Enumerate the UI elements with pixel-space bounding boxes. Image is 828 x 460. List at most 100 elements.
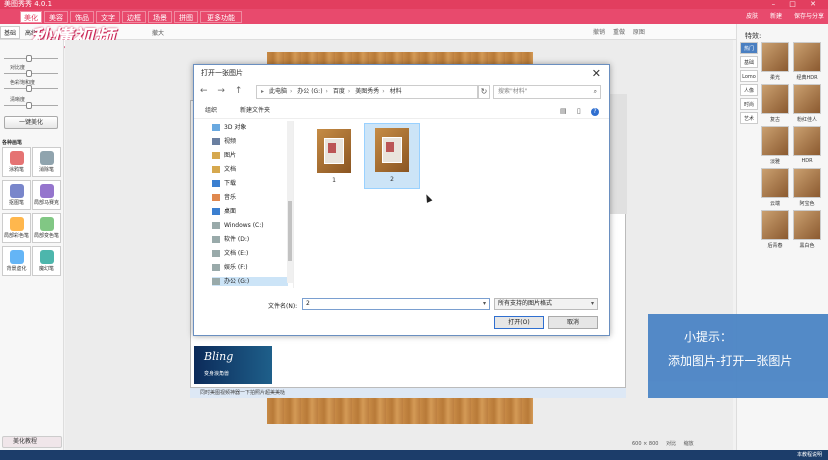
title-bar: 美图秀秀 4.0.1 – □ ✕ [0, 0, 828, 9]
toolbar-extra[interactable]: 撤大 [152, 28, 164, 37]
pictures-icon [212, 152, 220, 159]
breadcrumb-item[interactable]: 办公 (G:) [297, 88, 322, 95]
filetype-select[interactable]: 所有支持的图片格式 ▾ [494, 298, 598, 310]
fx-tab-art[interactable]: 艺术 [740, 112, 758, 124]
tab-frame[interactable]: 边框 [122, 11, 146, 23]
blur-icon [9, 250, 24, 264]
tutorial-button[interactable]: 美化教程 [2, 436, 62, 448]
promo-banner[interactable]: Bling 变身浪角兽 [194, 346, 272, 384]
compare-button[interactable]: 对比 [666, 441, 676, 447]
tree-scrollbar[interactable] [287, 121, 293, 283]
original-button[interactable]: 原图 [633, 29, 645, 36]
view-mode-icon[interactable]: ▤ [560, 107, 567, 115]
fit-button[interactable]: 缩放 [684, 441, 694, 447]
help-icon[interactable]: ? [591, 108, 599, 116]
eraser-brush-tool[interactable]: 消除笔 [32, 147, 61, 177]
address-bar[interactable]: ▸ 此电脑 › 办公 (G:) › 百度 › 美图秀秀 › 材料 [256, 85, 478, 99]
one-click-beautify-button[interactable]: 一键美化 [4, 116, 58, 129]
tree-item[interactable]: 图片 [212, 151, 288, 160]
slider-knob[interactable] [26, 55, 32, 62]
up-icon[interactable]: ↑ [235, 86, 243, 96]
slider-knob[interactable] [26, 85, 32, 92]
tree-item[interactable]: 3D 对象 [212, 123, 288, 132]
fx-tab-hot[interactable]: 热门 [740, 42, 758, 54]
cancel-button[interactable]: 取消 [548, 316, 598, 329]
effect-item[interactable]: 复古 [761, 84, 789, 126]
fx-tab-portrait[interactable]: 人像 [740, 84, 758, 96]
effect-item[interactable]: 后青春 [761, 210, 789, 252]
slider-knob[interactable] [26, 70, 32, 77]
doodle-brush-tool[interactable]: 涂鸦笔 [2, 147, 31, 177]
effect-item[interactable]: 经典HDR [793, 42, 821, 84]
tree-label: 娱乐 (F:) [224, 264, 248, 271]
search-input[interactable]: 搜索"材料" ⌕ [493, 85, 601, 99]
organize-button[interactable]: 组织 [205, 103, 217, 119]
subtab-basic[interactable]: 基础 [0, 26, 21, 39]
tree-item[interactable]: 软件 (D:) [212, 235, 288, 244]
redo-button[interactable]: 重做 [613, 29, 625, 36]
slider-sharpness[interactable] [4, 102, 58, 109]
slider-saturation[interactable] [4, 85, 58, 92]
fx-tab-lomo[interactable]: Lomo [740, 70, 758, 82]
breadcrumb-item[interactable]: 此电脑 [269, 88, 287, 95]
dialog-close-icon[interactable]: ✕ [592, 67, 601, 80]
chevron-down-icon[interactable]: ▾ [591, 299, 594, 309]
cutout-brush-tool[interactable]: 抠图笔 [2, 180, 31, 210]
forward-icon[interactable]: → [217, 86, 225, 96]
blur-background-tool[interactable]: 背景虚化 [2, 246, 31, 276]
tree-label: 桌面 [224, 208, 237, 215]
fx-tab-fashion[interactable]: 时尚 [740, 98, 758, 110]
tree-item[interactable]: 视频 [212, 137, 288, 146]
recolor-brush-tool[interactable]: 局部变色笔 [32, 213, 61, 243]
refresh-icon[interactable]: ↻ [478, 85, 490, 99]
slider-contrast[interactable] [4, 70, 58, 77]
back-icon[interactable]: ← [200, 86, 208, 96]
magic-brush-tool[interactable]: 魔幻笔 [32, 246, 61, 276]
breadcrumb-item[interactable]: 百度 [333, 88, 345, 95]
effect-item[interactable]: 黑白色 [793, 210, 821, 252]
chevron-down-icon[interactable]: ▾ [483, 299, 486, 309]
tab-more[interactable]: 更多功能 [200, 11, 242, 23]
tab-collage[interactable]: 拼图 [174, 11, 198, 23]
tree-item[interactable]: Windows (C:) [212, 221, 288, 230]
breadcrumb-item[interactable]: 美图秀秀 [355, 88, 379, 95]
tree-item[interactable]: 文档 [212, 165, 288, 174]
skin-button[interactable]: 皮肤 [746, 13, 758, 20]
mosaic-brush-tool[interactable]: 局部马赛克 [32, 180, 61, 210]
tree-label: 办公 (G:) [224, 278, 250, 285]
slider-knob[interactable] [26, 102, 32, 109]
tree-label: Windows (C:) [224, 222, 264, 229]
new-button[interactable]: 新建 [770, 13, 782, 20]
save-share-button[interactable]: 保存与分享 [794, 13, 824, 20]
effect-item[interactable]: HDR [793, 126, 821, 168]
filename-input[interactable]: 2 ▾ [302, 298, 490, 310]
open-button[interactable]: 打开(O) [494, 316, 544, 329]
tree-item[interactable]: 下载 [212, 179, 288, 188]
scrollbar-thumb[interactable] [288, 201, 292, 261]
preview-pane-icon[interactable]: ▯ [577, 107, 581, 115]
effect-item[interactable]: 云端 [761, 168, 789, 210]
effect-item[interactable]: 柔光 [761, 42, 789, 84]
window-controls[interactable]: – □ ✕ [772, 0, 822, 9]
tree-item[interactable]: 文档 (E:) [212, 249, 288, 258]
tree-label: 3D 对象 [224, 124, 247, 131]
fx-tab-basic[interactable]: 基础 [740, 56, 758, 68]
tree-item-selected[interactable]: 办公 (G:) [212, 277, 288, 286]
tree-item[interactable]: 音乐 [212, 193, 288, 202]
tab-scene[interactable]: 场景 [148, 11, 172, 23]
zoom-bar: 600 × 800 对比 缩放 [632, 440, 700, 447]
effect-item[interactable]: 阿宝色 [793, 168, 821, 210]
effect-item[interactable]: 粉红佳人 [793, 84, 821, 126]
tree-item[interactable]: 桌面 [212, 207, 288, 216]
effect-item[interactable]: 淡雅 [761, 126, 789, 168]
slider-top[interactable] [4, 55, 58, 62]
tree-item[interactable]: 娱乐 (F:) [212, 263, 288, 272]
undo-button[interactable]: 撤销 [593, 29, 605, 36]
file-item-selected[interactable]: 2 [364, 123, 420, 189]
file-item[interactable]: 1 [306, 125, 362, 191]
new-folder-button[interactable]: 新建文件夹 [240, 103, 270, 119]
dialog-title: 打开一张图片 [194, 65, 609, 82]
status-bar: 本教程说明 [0, 450, 828, 460]
color-brush-tool[interactable]: 局部彩色笔 [2, 213, 31, 243]
breadcrumb-item[interactable]: 材料 [390, 88, 402, 95]
